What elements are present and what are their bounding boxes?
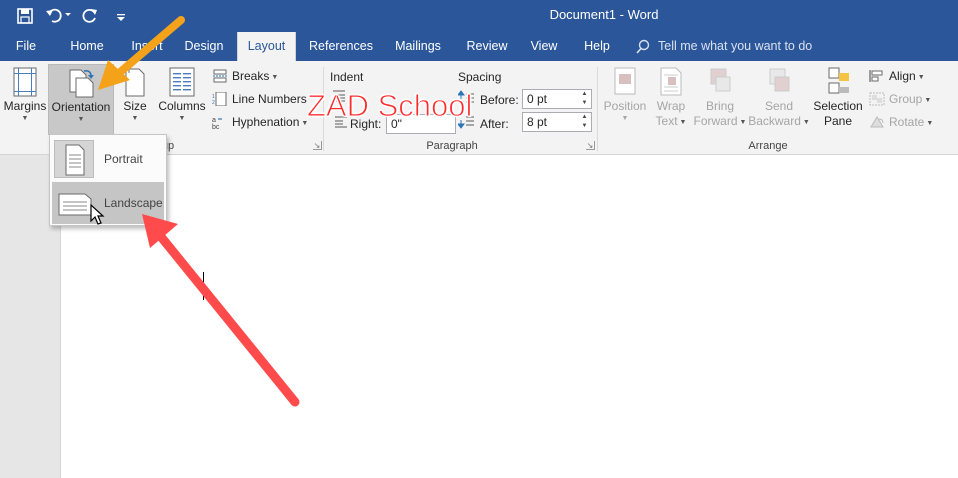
paragraph-group-label: Paragraph <box>426 140 478 152</box>
watermark-text: ZAD School <box>306 88 473 124</box>
lightbulb-search-icon <box>636 39 650 54</box>
tell-me-search[interactable]: Tell me what you want to do <box>636 32 812 61</box>
orientation-label: Orientation <box>51 100 111 114</box>
line-numbers-button[interactable]: 1 2 Line Numbers <box>212 89 307 109</box>
spacing-after-label: After: <box>480 117 509 131</box>
orientation-dropdown-menu: Portrait Landscape <box>49 134 167 226</box>
margins-icon <box>13 67 37 97</box>
tab-home[interactable]: Home <box>62 32 112 61</box>
size-button[interactable]: Size ▼ <box>118 65 152 123</box>
tab-help[interactable]: Help <box>578 32 616 61</box>
tab-mailings[interactable]: Mailings <box>388 32 448 61</box>
selection-pane-button[interactable]: Selection Pane <box>810 65 866 129</box>
tab-insert[interactable]: Insert <box>122 32 172 61</box>
title-bar: Document1 - Word <box>0 0 958 32</box>
line-numbers-icon: 1 2 <box>212 92 227 106</box>
chevron-down-icon: ▼ <box>131 115 139 122</box>
spacing-label: Spacing <box>458 70 502 84</box>
portrait-icon <box>54 140 94 178</box>
orientation-icon <box>69 69 94 98</box>
spacing-after-input[interactable]: 8 pt ▲ ▼ <box>522 112 592 132</box>
menu-item-landscape[interactable]: Landscape <box>52 182 164 224</box>
margins-label: Margins <box>3 99 47 113</box>
page-size-icon <box>125 68 145 97</box>
align-icon <box>869 70 883 82</box>
align-button[interactable]: Align ▼ <box>869 66 925 86</box>
group-objects-icon <box>869 92 885 106</box>
chevron-down-icon: ▼ <box>621 115 629 122</box>
tab-layout[interactable]: Layout <box>237 32 296 61</box>
landscape-icon <box>54 184 94 222</box>
tab-design[interactable]: Design <box>178 32 230 61</box>
document-title: Document1 - Word <box>549 7 659 22</box>
position-button[interactable]: Position ▼ <box>601 65 649 123</box>
chevron-down-icon: ▼ <box>21 115 29 122</box>
menu-item-portrait[interactable]: Portrait <box>52 138 164 180</box>
tab-references[interactable]: References <box>304 32 378 61</box>
send-backward-button[interactable]: Send Backward ▼ <box>748 65 810 130</box>
hyphenation-button[interactable]: a bc Hyphenation ▼ <box>212 112 308 132</box>
spin-down-icon[interactable]: ▼ <box>578 99 591 108</box>
spacing-before-input[interactable]: 0 pt ▲ ▼ <box>522 89 592 109</box>
breaks-button[interactable]: Breaks ▼ <box>212 66 278 86</box>
size-label: Size <box>123 99 147 113</box>
bring-forward-button[interactable]: Bring Forward ▼ <box>692 65 748 130</box>
tab-review[interactable]: Review <box>462 32 512 61</box>
wrap-text-button[interactable]: Wrap Text ▼ <box>651 65 691 130</box>
svg-text:2: 2 <box>212 100 215 106</box>
text-cursor <box>203 272 204 300</box>
spin-up-icon[interactable]: ▲ <box>578 113 591 122</box>
send-backward-icon <box>769 68 790 92</box>
position-icon <box>614 67 636 95</box>
group-separator <box>597 67 598 151</box>
rotate-icon <box>870 116 884 128</box>
mouse-pointer-icon <box>90 204 105 225</box>
arrange-group-label: Arrange <box>748 140 788 152</box>
hyphenation-icon: a bc <box>212 117 222 129</box>
svg-text:bc: bc <box>212 124 220 129</box>
columns-icon <box>169 67 195 97</box>
tell-me-placeholder: Tell me what you want to do <box>658 39 813 53</box>
orientation-button[interactable]: Orientation ▼ <box>48 64 114 135</box>
document-page[interactable] <box>60 155 958 478</box>
selection-pane-icon <box>828 67 849 94</box>
svg-text:a: a <box>212 117 216 124</box>
spin-down-icon[interactable]: ▼ <box>578 122 591 131</box>
page-setup-dialog-launcher-icon[interactable]: ↘ <box>313 141 322 150</box>
wrap-text-icon <box>660 67 682 96</box>
ribbon-tab-bar: File Home Insert Design Layout Reference… <box>0 32 958 61</box>
columns-label: Columns <box>158 99 206 113</box>
tab-view[interactable]: View <box>524 32 564 61</box>
tab-file[interactable]: File <box>8 32 44 61</box>
group-objects-button[interactable]: Group ▼ <box>869 89 931 109</box>
rotate-button[interactable]: Rotate ▼ <box>869 112 933 132</box>
indent-label: Indent <box>330 70 364 84</box>
columns-button[interactable]: Columns ▼ <box>156 65 208 123</box>
spin-up-icon[interactable]: ▲ <box>578 90 591 99</box>
spacing-before-label: Before: <box>480 93 519 107</box>
chevron-down-icon: ▼ <box>178 115 186 122</box>
chevron-down-icon: ▼ <box>77 116 85 123</box>
breaks-icon <box>213 69 227 83</box>
bring-forward-icon <box>710 68 731 92</box>
paragraph-dialog-launcher-icon[interactable]: ↘ <box>586 141 595 150</box>
margins-button[interactable]: Margins ▼ <box>2 65 48 123</box>
